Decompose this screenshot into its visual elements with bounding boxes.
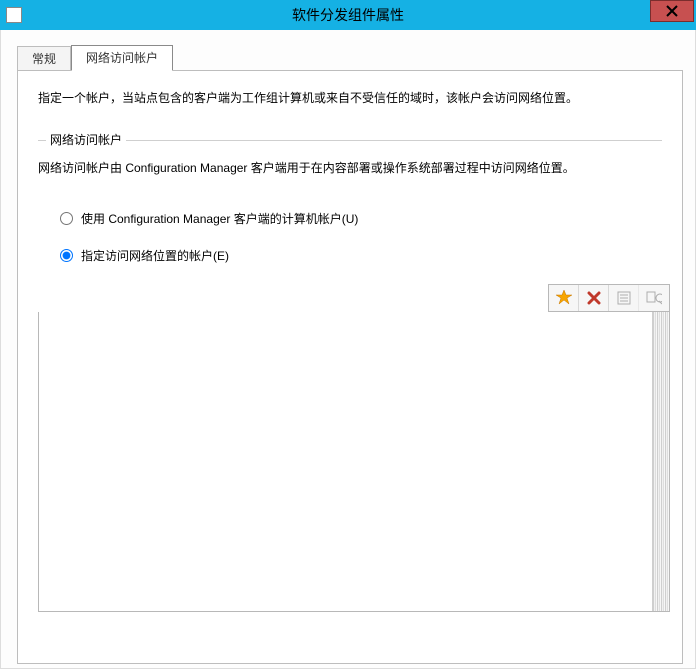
page-description: 指定一个帐户，当站点包含的客户端为工作组计算机或来自不受信任的域时，该帐户会访问…: [38, 89, 664, 106]
group-body: 网络访问帐户由 Configuration Manager 客户端用于在内容部署…: [38, 141, 662, 612]
system-menu-icon[interactable]: [6, 7, 22, 23]
delete-account-button[interactable]: [579, 285, 609, 311]
dialog-body: 常规 网络访问帐户 指定一个帐户，当站点包含的客户端为工作组计算机或来自不受信任…: [0, 30, 696, 669]
accounts-toolbar-area: [38, 284, 670, 312]
network-access-account-group: 网络访问帐户 网络访问帐户由 Configuration Manager 客户端…: [38, 140, 662, 612]
verify-icon: [646, 291, 662, 305]
close-button[interactable]: [650, 0, 694, 22]
tab-strip: 常规 网络访问帐户: [17, 46, 683, 70]
radio-label[interactable]: 使用 Configuration Manager 客户端的计算机帐户(U): [81, 210, 358, 227]
properties-icon: [617, 291, 631, 305]
tab-label: 常规: [32, 52, 56, 66]
group-explain: 网络访问帐户由 Configuration Manager 客户端用于在内容部署…: [38, 159, 662, 176]
window-title: 软件分发组件属性: [0, 5, 696, 25]
radio-use-computer-account[interactable]: [60, 212, 73, 225]
new-account-button[interactable]: [549, 285, 579, 311]
option-specify-account[interactable]: 指定访问网络位置的帐户(E): [60, 247, 662, 264]
tab-page: 指定一个帐户，当站点包含的客户端为工作组计算机或来自不受信任的域时，该帐户会访问…: [17, 70, 683, 664]
delete-x-icon: [587, 291, 601, 305]
verify-button: [639, 285, 669, 311]
close-icon: [666, 5, 678, 17]
title-bar: 软件分发组件属性: [0, 0, 696, 30]
tab-label: 网络访问帐户: [86, 51, 158, 65]
radio-label[interactable]: 指定访问网络位置的帐户(E): [81, 247, 229, 264]
group-legend: 网络访问帐户: [46, 131, 126, 148]
accounts-list-content[interactable]: [39, 312, 652, 611]
accounts-toolbar: [548, 284, 670, 312]
tab-general[interactable]: 常规: [17, 46, 71, 71]
radio-specify-account[interactable]: [60, 249, 73, 262]
properties-button: [609, 285, 639, 311]
new-starburst-icon: [556, 290, 572, 306]
option-use-computer-account[interactable]: 使用 Configuration Manager 客户端的计算机帐户(U): [60, 210, 662, 227]
vertical-scrollbar[interactable]: [652, 312, 669, 611]
tab-network-access-account[interactable]: 网络访问帐户: [71, 45, 173, 71]
accounts-list[interactable]: [38, 312, 670, 612]
